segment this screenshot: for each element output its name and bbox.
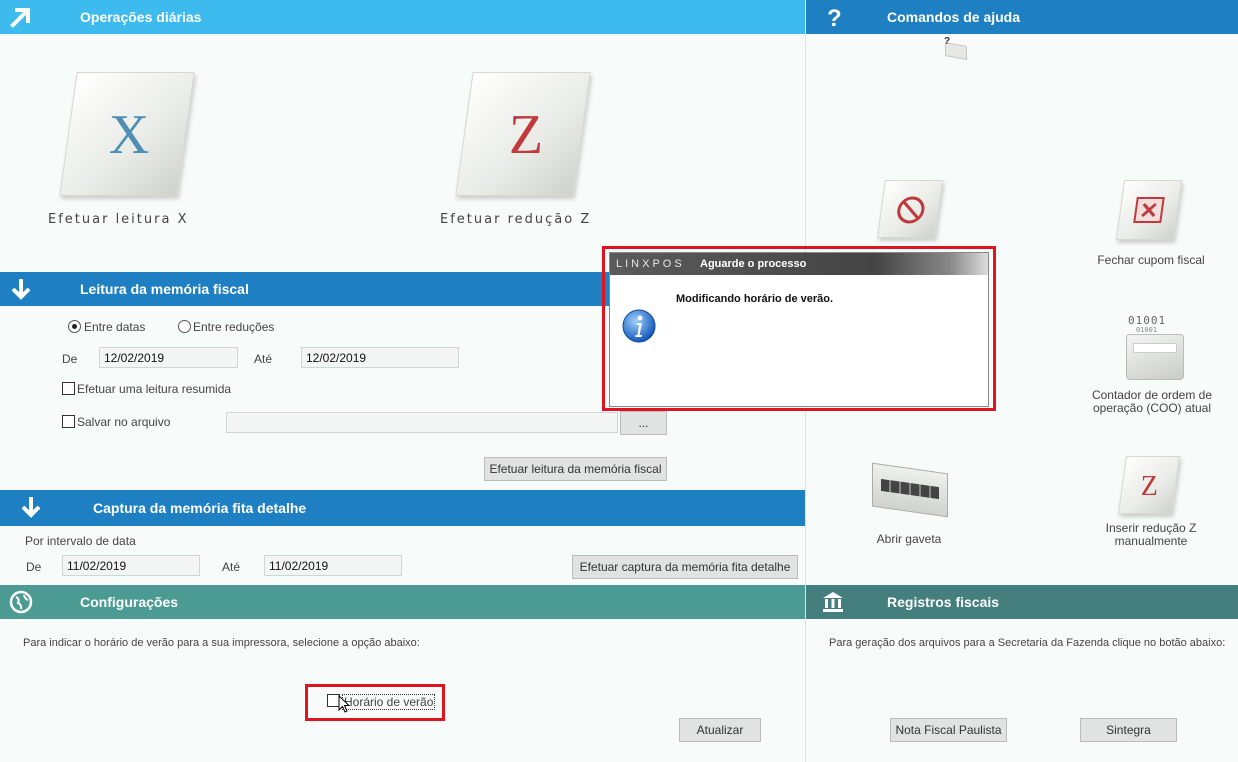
efetuar-leitura-memoria-button[interactable]: Efetuar leitura da memória fiscal — [484, 457, 667, 481]
reducao-z-label: Efetuar redução Z — [440, 212, 592, 227]
captura-title: Captura da memória fita detalhe — [93, 500, 307, 516]
help-header: ? Comandos de ajuda — [806, 0, 1238, 34]
paper-z-small-icon: Z — [1117, 456, 1181, 514]
reducao-z-button[interactable]: Z Efetuar redução Z — [438, 66, 638, 236]
progress-dialog: LINXPOS Aguarde o processo Modificando h… — [609, 252, 989, 407]
captura-ate-field[interactable]: 11/02/2019 — [264, 555, 402, 576]
registros-header: Registros fiscais — [806, 585, 1238, 619]
captura-de-field[interactable]: 11/02/2019 — [62, 555, 200, 576]
radio-entre-datas[interactable] — [68, 320, 81, 333]
configuracoes-description: Para indicar o horário de verão para a s… — [23, 637, 420, 649]
leitura-resumida-checkbox[interactable] — [62, 382, 75, 395]
captura-header: Captura da memória fita detalhe — [0, 490, 805, 526]
leitura-x-button[interactable]: X Efetuar leitura X — [46, 66, 236, 236]
fechar-cupom-button[interactable]: Fechar cupom fiscal — [1086, 176, 1216, 272]
radio-entre-reducoes-label[interactable]: Entre reduções — [193, 320, 274, 334]
receipt-printer-icon — [1126, 334, 1184, 380]
globe-icon — [9, 590, 33, 614]
captura-ate-label: Até — [222, 560, 241, 574]
inserir-z-label-line2: manualmente — [1114, 534, 1188, 548]
sintegra-button[interactable]: Sintegra — [1080, 718, 1177, 742]
inserir-reducao-z-button[interactable]: Z Inserir redução Z manualmente — [1086, 454, 1216, 550]
leitura-resumida-label[interactable]: Efetuar uma leitura resumida — [77, 382, 231, 396]
atualizar-button[interactable]: Atualizar — [679, 718, 761, 742]
browse-button[interactable]: ... — [620, 411, 667, 435]
arquivo-path-field[interactable] — [226, 412, 618, 433]
arrow-down-icon — [11, 279, 31, 300]
mouse-cursor-icon — [338, 695, 351, 713]
radio-entre-reducoes[interactable] — [178, 320, 191, 333]
captura-de-label: De — [26, 560, 42, 574]
dialog-brand: LINXPOS — [616, 258, 685, 270]
leitura-x-label: Efetuar leitura X — [48, 212, 189, 227]
paper-x-icon: X — [59, 72, 195, 196]
arrow-up-right-icon — [10, 8, 30, 28]
dialog-titlebar: LINXPOS Aguarde o processo — [610, 253, 988, 275]
prohibited-icon — [897, 196, 925, 224]
x-mark-icon — [1141, 202, 1157, 218]
svg-text:?: ? — [827, 5, 842, 30]
registros-description: Para geração dos arquivos para a Secreta… — [829, 637, 1226, 649]
bank-icon — [823, 592, 843, 612]
memoria-ate-label: Até — [254, 352, 273, 366]
memoria-ate-field[interactable]: 12/02/2019 — [301, 347, 459, 368]
inserir-z-label-line1: Inserir redução Z — [1105, 521, 1197, 535]
configuracoes-title: Configurações — [80, 594, 179, 610]
memoria-de-label: De — [62, 352, 78, 366]
close-receipt-icon — [1115, 180, 1183, 240]
horario-verao-label[interactable]: Horário de verão — [342, 694, 436, 710]
contador-label-line1: Contador de ordem de — [1091, 388, 1213, 402]
help-title: Comandos de ajuda — [887, 9, 1021, 25]
cancel-receipt-icon — [876, 180, 944, 238]
efetuar-captura-button[interactable]: Efetuar captura da memória fita detalhe — [572, 555, 798, 579]
memoria-fiscal-title: Leitura da memória fiscal — [80, 281, 249, 297]
memoria-de-field[interactable]: 12/02/2019 — [99, 347, 238, 368]
question-icon: ? — [827, 5, 842, 30]
help-printer-icon[interactable]: ? — [942, 36, 970, 62]
coo-bits-2: 01001 — [1136, 326, 1158, 334]
arrow-down-icon — [21, 497, 41, 518]
cancelar-cupom-button[interactable] — [873, 178, 953, 248]
z-letter: Z — [508, 104, 544, 166]
abrir-gaveta-button[interactable]: Abrir gaveta — [866, 462, 956, 548]
abrir-gaveta-label: Abrir gaveta — [876, 532, 942, 546]
dialog-title: Aguarde o processo — [700, 258, 807, 270]
contador-label-line2: operação (COO) atual — [1092, 401, 1212, 415]
nota-fiscal-paulista-button[interactable]: Nota Fiscal Paulista — [890, 718, 1007, 742]
salvar-arquivo-checkbox[interactable] — [62, 415, 75, 428]
contador-coo-button[interactable]: 01001 01001 Contador de ordem de operaçã… — [1082, 312, 1222, 418]
paper-z-icon: Z — [455, 72, 591, 196]
info-icon — [622, 309, 656, 343]
salvar-arquivo-label[interactable]: Salvar no arquivo — [77, 415, 170, 429]
registros-title: Registros fiscais — [887, 594, 1000, 610]
x-letter: X — [108, 104, 150, 166]
daily-operations-header: Operações diárias — [0, 0, 805, 34]
configuracoes-header: Configurações — [0, 585, 805, 619]
fechar-cupom-label: Fechar cupom fiscal — [1097, 253, 1205, 267]
z-letter-small: Z — [1140, 471, 1158, 502]
daily-operations-title: Operações diárias — [80, 9, 202, 25]
radio-entre-datas-label[interactable]: Entre datas — [84, 320, 145, 334]
dialog-message: Modificando horário de verão. — [676, 293, 834, 305]
cash-drawer-icon — [872, 462, 948, 518]
intervalo-data-label: Por intervalo de data — [25, 534, 136, 548]
